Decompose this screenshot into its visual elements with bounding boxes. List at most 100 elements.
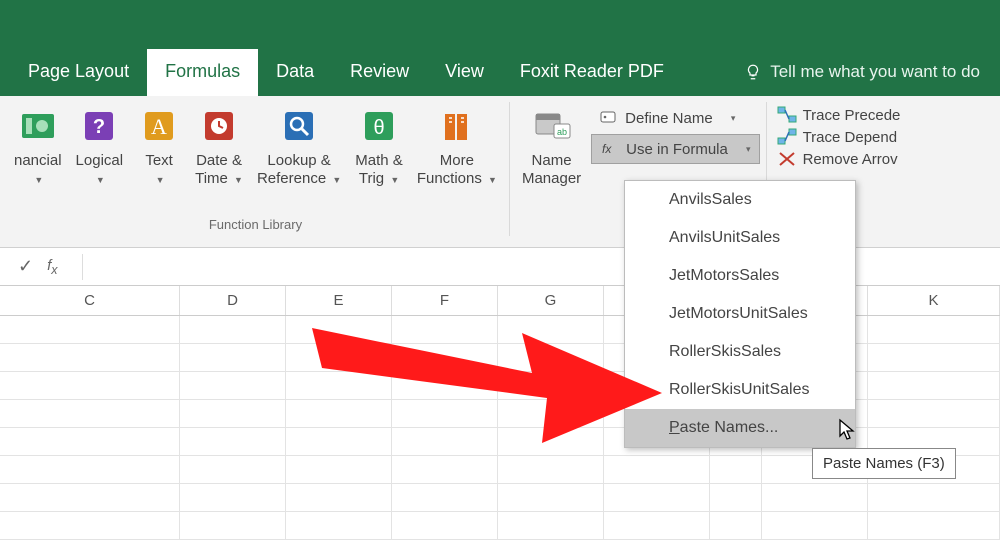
tab-foxit[interactable]: Foxit Reader PDF bbox=[502, 49, 682, 96]
cell[interactable] bbox=[604, 512, 710, 539]
cell[interactable] bbox=[0, 484, 180, 511]
cell[interactable] bbox=[498, 428, 604, 455]
name-manager-button[interactable]: ab NameManager bbox=[516, 102, 587, 236]
cell[interactable] bbox=[498, 344, 604, 371]
cell[interactable] bbox=[498, 456, 604, 483]
cell[interactable] bbox=[392, 344, 498, 371]
cell[interactable] bbox=[0, 316, 180, 343]
cell[interactable] bbox=[710, 512, 762, 539]
define-name-button[interactable]: Define Name ▾ bbox=[591, 104, 759, 132]
cell[interactable] bbox=[286, 484, 392, 511]
remove-arrows-icon bbox=[777, 150, 797, 168]
text-button[interactable]: A Text▼ bbox=[131, 102, 187, 190]
cell[interactable] bbox=[392, 316, 498, 343]
enter-check-icon[interactable]: ✓ bbox=[18, 256, 33, 277]
cell[interactable] bbox=[286, 400, 392, 427]
cell[interactable] bbox=[0, 456, 180, 483]
cell[interactable] bbox=[868, 484, 1000, 511]
more-functions-button[interactable]: MoreFunctions ▼ bbox=[411, 102, 503, 190]
tell-me-search[interactable]: Tell me what you want to do bbox=[736, 50, 1000, 96]
cell[interactable] bbox=[180, 512, 286, 539]
cell[interactable] bbox=[392, 456, 498, 483]
cell[interactable] bbox=[498, 484, 604, 511]
cell[interactable] bbox=[868, 372, 1000, 399]
cell[interactable] bbox=[0, 344, 180, 371]
dropdown-item[interactable]: AnvilsUnitSales bbox=[625, 219, 855, 257]
cell[interactable] bbox=[0, 372, 180, 399]
cell[interactable] bbox=[180, 316, 286, 343]
tab-page-layout[interactable]: Page Layout bbox=[10, 49, 147, 96]
cell[interactable] bbox=[0, 400, 180, 427]
cell[interactable] bbox=[604, 456, 710, 483]
tab-data[interactable]: Data bbox=[258, 49, 332, 96]
cell[interactable] bbox=[180, 400, 286, 427]
tab-review[interactable]: Review bbox=[332, 49, 427, 96]
date-time-button[interactable]: Date &Time ▼ bbox=[189, 102, 249, 190]
math-button[interactable]: θ Math &Trig ▼ bbox=[349, 102, 409, 190]
cell[interactable] bbox=[286, 344, 392, 371]
use-in-formula-button[interactable]: fx Use in Formula ▾ bbox=[591, 134, 759, 164]
group-function-library: nancial▼ ? Logical▼ A Text▼ Date &Time ▼ bbox=[2, 102, 510, 236]
cell[interactable] bbox=[710, 484, 762, 511]
cell[interactable] bbox=[392, 512, 498, 539]
cell[interactable] bbox=[604, 484, 710, 511]
cell[interactable] bbox=[0, 512, 180, 539]
paste-names-item[interactable]: Paste Names... bbox=[625, 409, 855, 447]
cell[interactable] bbox=[392, 372, 498, 399]
cell[interactable] bbox=[868, 400, 1000, 427]
cell[interactable] bbox=[286, 428, 392, 455]
fx-icon[interactable]: fx bbox=[47, 257, 57, 277]
cell[interactable] bbox=[392, 400, 498, 427]
cell[interactable] bbox=[0, 428, 180, 455]
cell[interactable] bbox=[286, 372, 392, 399]
column-header[interactable]: D bbox=[180, 286, 286, 315]
trace-precedents-button[interactable]: Trace Precede bbox=[777, 106, 901, 124]
dropdown-item[interactable]: AnvilsSales bbox=[625, 181, 855, 219]
cell[interactable] bbox=[498, 512, 604, 539]
financial-button[interactable]: nancial▼ bbox=[8, 102, 68, 190]
cell[interactable] bbox=[762, 512, 868, 539]
cell[interactable] bbox=[180, 484, 286, 511]
bulb-icon bbox=[744, 63, 762, 81]
dropdown-item[interactable]: JetMotorsSales bbox=[625, 257, 855, 295]
column-header[interactable]: G bbox=[498, 286, 604, 315]
trace-precedents-icon bbox=[777, 106, 797, 124]
cell[interactable] bbox=[762, 484, 868, 511]
cell[interactable] bbox=[710, 456, 762, 483]
trace-dependents-button[interactable]: Trace Depend bbox=[777, 128, 901, 146]
cell[interactable] bbox=[392, 428, 498, 455]
dropdown-item[interactable]: RollerSkisSales bbox=[625, 333, 855, 371]
cell[interactable] bbox=[868, 512, 1000, 539]
cell[interactable] bbox=[498, 400, 604, 427]
column-header[interactable]: C bbox=[0, 286, 180, 315]
svg-text:?: ? bbox=[93, 116, 105, 138]
cell[interactable] bbox=[868, 344, 1000, 371]
cell[interactable] bbox=[286, 512, 392, 539]
tag-icon bbox=[599, 108, 619, 128]
tab-view[interactable]: View bbox=[427, 49, 502, 96]
column-header[interactable]: E bbox=[286, 286, 392, 315]
column-header[interactable]: F bbox=[392, 286, 498, 315]
tab-formulas[interactable]: Formulas bbox=[147, 49, 258, 96]
cell[interactable] bbox=[868, 316, 1000, 343]
remove-arrows-button[interactable]: Remove Arrov bbox=[777, 150, 901, 168]
cell[interactable] bbox=[392, 484, 498, 511]
book-icon bbox=[435, 104, 479, 148]
cell[interactable] bbox=[286, 456, 392, 483]
cell[interactable] bbox=[180, 372, 286, 399]
text-icon: A bbox=[137, 104, 181, 148]
formula-input[interactable] bbox=[82, 254, 1000, 280]
cell[interactable] bbox=[286, 316, 392, 343]
logical-button[interactable]: ? Logical▼ bbox=[70, 102, 130, 190]
cell[interactable] bbox=[180, 428, 286, 455]
dropdown-item[interactable]: JetMotorsUnitSales bbox=[625, 295, 855, 333]
cell[interactable] bbox=[498, 372, 604, 399]
dropdown-item[interactable]: RollerSkisUnitSales bbox=[625, 371, 855, 409]
financial-icon bbox=[16, 104, 60, 148]
lookup-button[interactable]: Lookup &Reference ▼ bbox=[251, 102, 347, 190]
cell[interactable] bbox=[180, 344, 286, 371]
column-header[interactable]: K bbox=[868, 286, 1000, 315]
cell[interactable] bbox=[180, 456, 286, 483]
group-label-function-library: Function Library bbox=[8, 217, 503, 236]
cell[interactable] bbox=[498, 316, 604, 343]
